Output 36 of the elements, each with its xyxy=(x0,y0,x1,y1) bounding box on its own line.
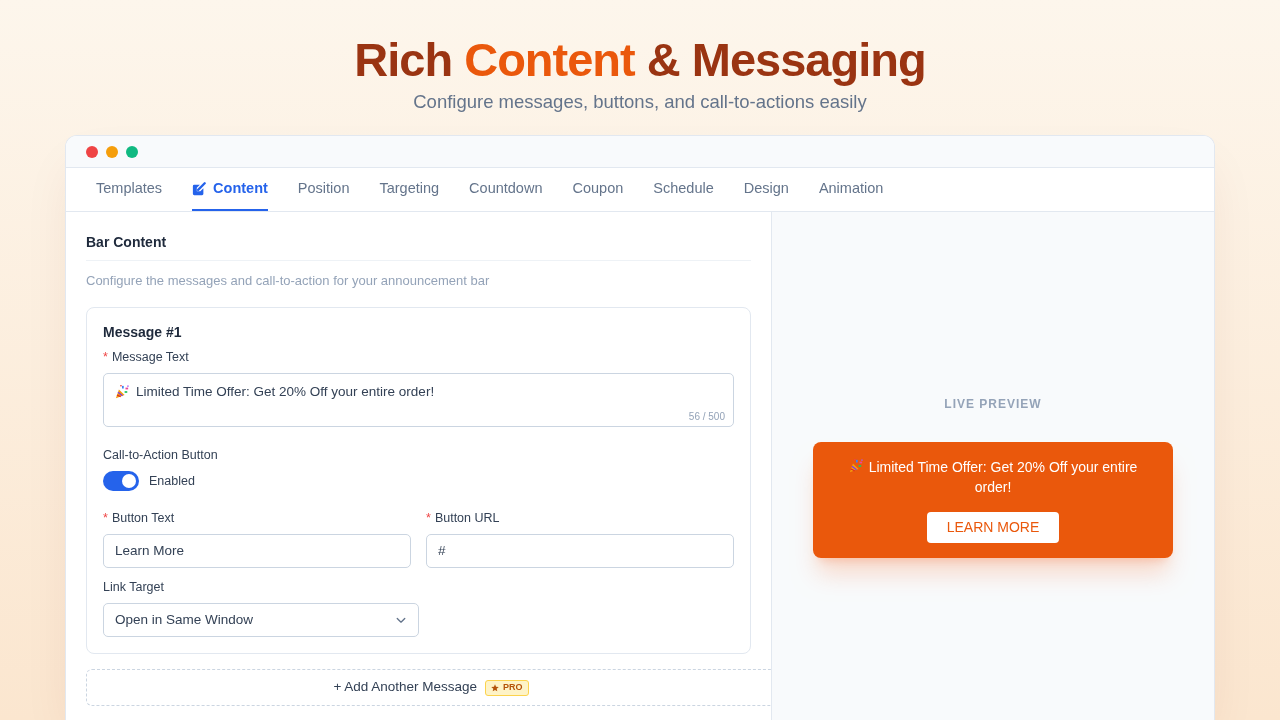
character-counter: 56 / 500 xyxy=(688,411,725,423)
tab[interactable]: Animation xyxy=(818,168,884,211)
tab[interactable]: Countdown xyxy=(469,168,543,211)
learn-more-button[interactable]: LEARN MORE xyxy=(926,512,1060,543)
preview-message: Limited Time Offer: Get 20% Off your entire order! xyxy=(868,459,1138,495)
star-icon xyxy=(491,683,500,692)
party-popper-icon xyxy=(848,459,863,473)
chevron-down-icon xyxy=(396,616,406,624)
tab[interactable]: Content xyxy=(192,168,268,211)
url-input[interactable]: # xyxy=(426,534,734,568)
message-textarea[interactable]: Limited Time Offer: Get 20% Off your entire order! 56 / 500 xyxy=(103,373,734,427)
field-label: * Message Text xyxy=(103,349,190,365)
section-description: Configure the messages and call-to-action for your announcement bar xyxy=(86,272,491,290)
pro-badge: PRO xyxy=(485,679,529,696)
tab[interactable]: Coupon xyxy=(572,168,624,211)
page-headline: Rich Content & Messaging xyxy=(354,32,926,88)
tab[interactable]: Templates xyxy=(96,168,163,211)
edit-icon xyxy=(192,181,207,196)
add-message-button[interactable]: + Add Another Message PRO xyxy=(86,669,771,706)
tab[interactable]: Schedule xyxy=(653,168,714,211)
page-subtitle: Configure messages, buttons, and call-to-actions easily xyxy=(413,90,867,114)
text-input[interactable]: Learn More xyxy=(103,534,411,568)
field-label: Link Target xyxy=(103,579,165,595)
section-title: Bar Content xyxy=(86,233,168,252)
select-dropdown[interactable]: Open in Same Window xyxy=(103,603,419,637)
toggle-switch[interactable] xyxy=(103,471,139,491)
party-popper-icon xyxy=(115,385,129,399)
field-label: Call-to-Action Button xyxy=(103,447,219,463)
field-label: * Button URL xyxy=(426,510,501,526)
message-title: Message #1 xyxy=(103,323,183,342)
tab[interactable]: Design xyxy=(743,168,789,211)
field-label: * Button Text xyxy=(103,510,176,526)
tab[interactable]: Targeting xyxy=(379,168,440,211)
toggle-label: Enabled xyxy=(149,472,195,490)
tab[interactable]: Position xyxy=(297,168,350,211)
preview-label: LIVE PREVIEW xyxy=(944,396,1042,412)
